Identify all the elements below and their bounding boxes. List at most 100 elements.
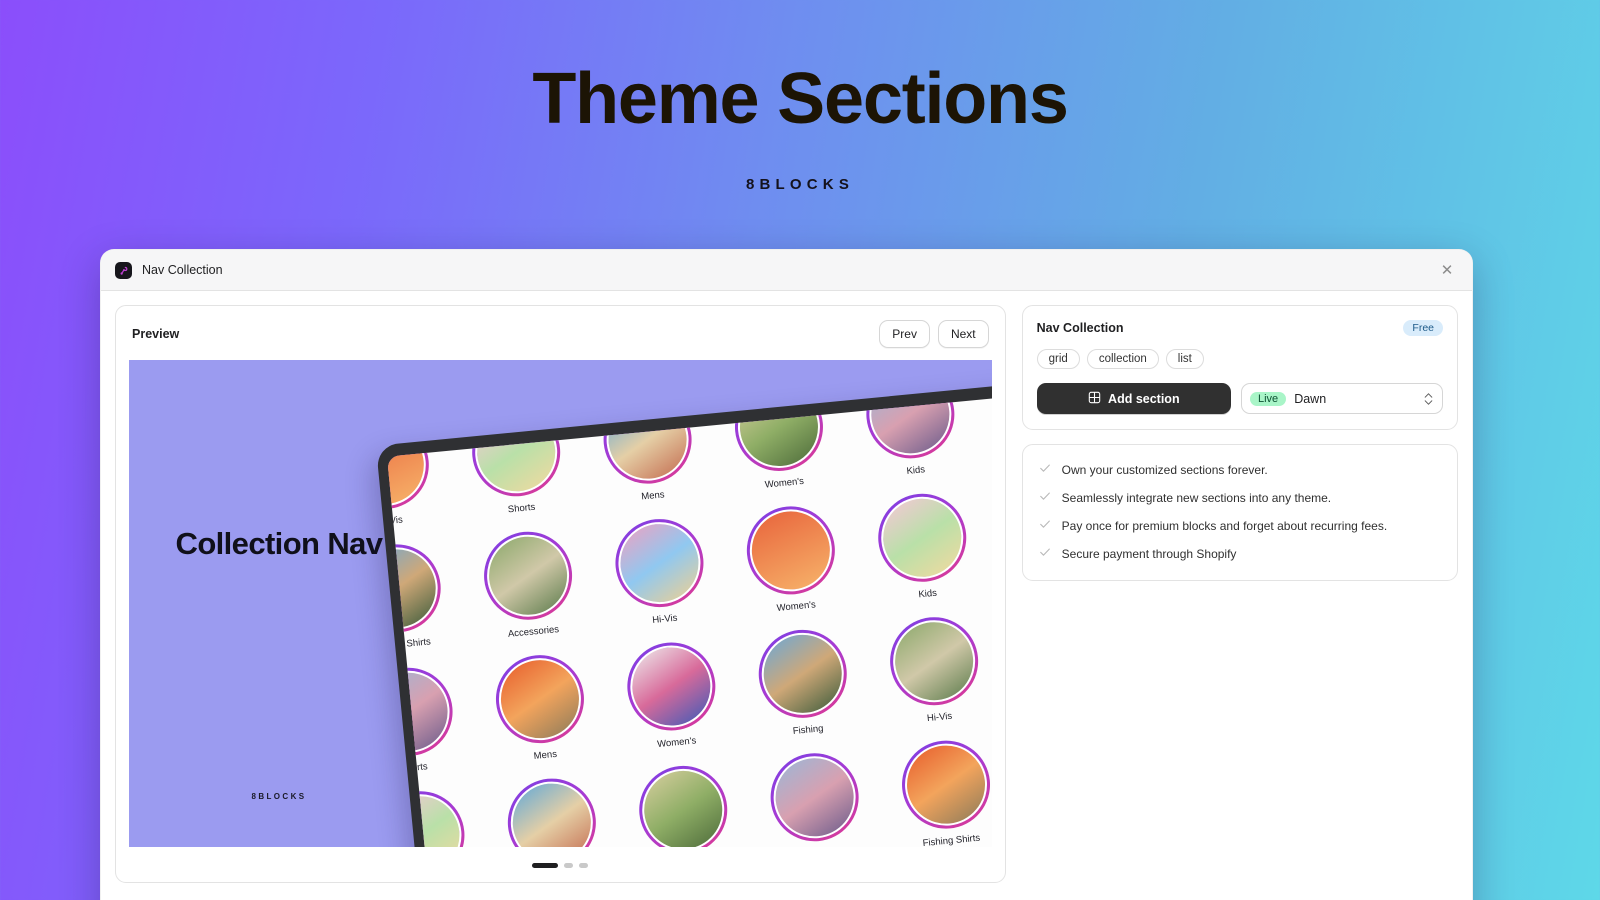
- close-icon[interactable]: ✕: [1438, 261, 1456, 279]
- collection-tile[interactable]: Women's: [614, 638, 730, 754]
- chevron-updown-icon: [1424, 392, 1433, 405]
- tile-ring: [387, 540, 445, 637]
- tile-image: [614, 518, 705, 608]
- tile-image: [387, 543, 442, 634]
- preview-toolbar: Preview Prev Next: [116, 306, 1005, 360]
- tag-chip[interactable]: list: [1165, 349, 1204, 369]
- tile-image: [483, 530, 573, 621]
- tag-list: grid collection list: [1036, 349, 1443, 369]
- theme-status-badge: Live: [1250, 391, 1287, 406]
- tile-ring: [862, 385, 959, 463]
- collection-tile[interactable]: Women's: [722, 385, 838, 494]
- tile-label: Accessories: [507, 624, 560, 640]
- prev-button[interactable]: Prev: [879, 320, 930, 348]
- check-icon: [1039, 489, 1051, 507]
- check-icon: [1039, 517, 1051, 535]
- tile-ring: [599, 391, 696, 488]
- collection-tile[interactable]: Fishing: [746, 625, 862, 741]
- tile-ring: [742, 502, 839, 599]
- benefits-card: Own your customized sections forever. Sea…: [1021, 444, 1458, 581]
- tile-ring: [898, 736, 992, 833]
- section-info-header: Nav Collection Free: [1037, 320, 1443, 336]
- add-section-button[interactable]: Add section: [1036, 383, 1231, 414]
- theme-select[interactable]: Live Dawn: [1241, 383, 1443, 414]
- collection-tile[interactable]: Hi-Vis: [985, 386, 992, 469]
- benefit-text: Secure payment through Shopify: [1061, 547, 1237, 561]
- collection-tile[interactable]: Workshirts: [758, 748, 874, 847]
- tag-chip[interactable]: collection: [1086, 349, 1159, 369]
- benefit-text: Pay once for premium blocks and forget a…: [1061, 519, 1388, 533]
- collection-tile[interactable]: Mens: [483, 650, 599, 766]
- carousel-dot[interactable]: [564, 863, 574, 868]
- tile-image: [746, 505, 836, 596]
- collection-tile-grid: Hi-VisShortsMensWomen'sKidsHi-VisWorkshi…: [387, 385, 992, 847]
- tile-image: [889, 616, 979, 706]
- tile-ring: [766, 749, 863, 846]
- tile-label: Hi-Vis: [926, 710, 953, 725]
- collection-tile[interactable]: Hi-Vis: [602, 514, 718, 630]
- modal-header: Nav Collection ✕: [101, 250, 1472, 291]
- tile-image: [638, 765, 728, 847]
- tile-ring: [754, 625, 851, 722]
- preview-slide[interactable]: Collection Nav 8BLOCKS Hi-Vis Shorts Mens W…: [129, 360, 992, 847]
- tile-label: Women's: [776, 599, 817, 615]
- tablet-mockup: Hi-VisShortsMensWomen'sKidsHi-VisWorkshi…: [375, 372, 992, 847]
- collection-tile[interactable]: Mens: [591, 391, 707, 507]
- tile-image: [387, 667, 454, 757]
- check-icon: [1039, 461, 1051, 479]
- benefit-item: Pay once for premium blocks and forget a…: [1039, 517, 1441, 535]
- benefit-text: Seamlessly integrate new sections into a…: [1061, 491, 1332, 505]
- add-section-label: Add section: [1108, 391, 1180, 406]
- collection-tile[interactable]: Women's: [734, 502, 850, 618]
- collection-tile[interactable]: Accessories: [471, 527, 587, 643]
- price-badge: Free: [1403, 320, 1443, 336]
- tile-image: [865, 385, 956, 460]
- collection-tile[interactable]: Fishing Shirts: [889, 736, 992, 847]
- tile-ring: [730, 385, 827, 476]
- collection-tile[interactable]: Hi-Vis: [877, 612, 991, 728]
- tile-label: Shorts: [399, 761, 429, 775]
- tile-ring: [623, 638, 720, 735]
- tile-label: Workshirts: [767, 843, 874, 847]
- tile-image: [471, 407, 561, 498]
- carousel-dot-active[interactable]: [532, 863, 559, 868]
- collection-tile[interactable]: Kids: [865, 489, 981, 605]
- tile-ring: [503, 774, 600, 847]
- tile-ring: [886, 613, 983, 710]
- collection-tile[interactable]: Shorts: [459, 403, 575, 519]
- collection-tile[interactable]: Mens: [495, 774, 611, 847]
- hero-section: Theme Sections 8BLOCKS: [0, 0, 1600, 193]
- tile-image: [495, 654, 585, 744]
- collection-tile[interactable]: Fishing Shirts: [387, 539, 455, 655]
- tablet-screen: Hi-VisShortsMensWomen'sKidsHi-VisWorkshi…: [387, 385, 992, 847]
- tile-ring: [635, 761, 732, 847]
- tile-image: [602, 394, 693, 485]
- infinity-knot-icon: [115, 261, 132, 279]
- carousel-dot[interactable]: [579, 863, 589, 868]
- brand-wordmark: 8BLOCKS: [745, 175, 855, 193]
- tile-image: [769, 752, 860, 843]
- tile-ring: [387, 787, 469, 847]
- section-title: Nav Collection: [1036, 321, 1124, 335]
- tile-label: Fishing Shirts: [922, 832, 981, 847]
- tile-label: Kids: [917, 587, 938, 601]
- benefit-item: Own your customized sections forever.: [1039, 461, 1441, 479]
- preview-panel: Preview Prev Next Collection Nav 8BLOCKS…: [115, 305, 1006, 883]
- tile-image: [758, 629, 848, 719]
- page-title: Theme Sections: [532, 59, 1069, 139]
- collection-tile[interactable]: Kids: [853, 385, 969, 481]
- collection-tile[interactable]: Shorts: [387, 663, 467, 779]
- collection-tile[interactable]: Hi-Vis: [387, 416, 443, 532]
- tile-image: [507, 777, 597, 847]
- layout-section-icon: [1088, 391, 1101, 407]
- tag-chip[interactable]: grid: [1036, 349, 1080, 369]
- collection-tile[interactable]: Shorts: [387, 786, 479, 847]
- carousel-dots: [116, 847, 1005, 880]
- next-button[interactable]: Next: [937, 320, 989, 348]
- tile-label: Mens: [533, 748, 558, 762]
- tile-label: Fishing: [792, 723, 824, 738]
- collection-tile[interactable]: Women's: [626, 761, 742, 847]
- section-detail-modal: Nav Collection ✕ Preview Prev Next Colle…: [100, 249, 1473, 900]
- benefit-item: Seamlessly integrate new sections into a…: [1039, 489, 1441, 507]
- tile-image: [734, 385, 824, 472]
